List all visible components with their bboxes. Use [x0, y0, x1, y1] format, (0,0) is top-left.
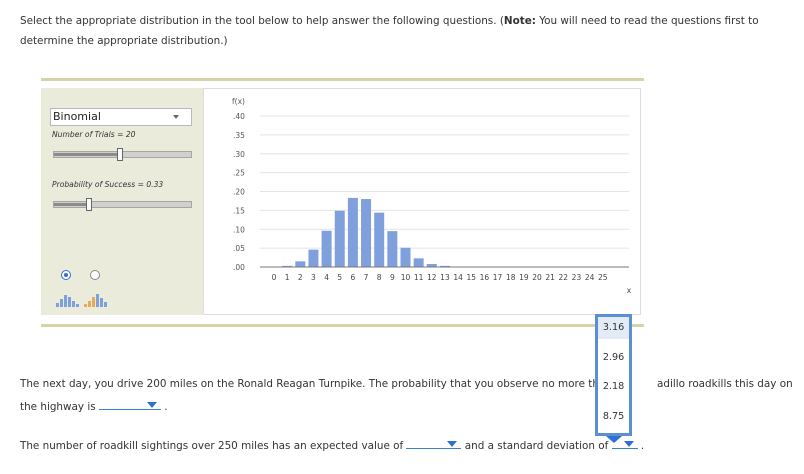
x-tick-label: 3	[311, 273, 316, 282]
x-tick-label: 8	[377, 273, 382, 282]
distribution-select-value: Binomial	[53, 110, 101, 123]
x-tick-label: 0	[272, 273, 277, 282]
x-tick-label: 24	[585, 273, 595, 282]
x-tick-label: 12	[427, 273, 437, 282]
histogram-bar	[347, 197, 358, 267]
x-tick-label: 6	[351, 273, 356, 282]
success-slider[interactable]	[53, 198, 192, 211]
dropdown-option[interactable]: 2.18	[598, 376, 629, 398]
x-tick-label: 21	[545, 273, 555, 282]
x-tick-label: 20	[532, 273, 542, 282]
distribution-chart: f(x).40.35.30.25.20.15.10.05.000 1 2 3 4 5 6 7 8…	[232, 97, 632, 295]
pmf-histogram-icon[interactable]	[55, 292, 81, 308]
question-2-line: The number of roadkill sightings over 25…	[20, 438, 644, 452]
histogram-bar	[374, 212, 385, 267]
distribution-select[interactable]: Binomial	[50, 108, 192, 126]
success-slider-fill	[54, 203, 89, 206]
chevron-down-icon	[146, 402, 157, 408]
y-tick-label: .05	[233, 244, 245, 253]
dropdown-option[interactable]: 8.75	[598, 406, 629, 428]
histogram-bar	[361, 199, 372, 267]
trials-slider[interactable]	[53, 148, 192, 161]
x-tick-label: 25	[598, 273, 608, 282]
x-tick-label: 19	[519, 273, 529, 282]
x-tick-label: 10	[401, 273, 411, 282]
histogram-bar	[387, 231, 398, 267]
chevron-down-icon	[623, 441, 634, 447]
question-1-line-1-tail: adillo roadkills this day on	[657, 378, 793, 390]
instructions-text-pre: Select the appropriate distribution in t…	[20, 15, 504, 27]
chevron-down-icon	[173, 115, 179, 119]
y-tick-label: .10	[233, 225, 245, 234]
question-1-line-1: The next day, you drive 200 miles on the…	[20, 378, 612, 390]
histogram-bar	[413, 258, 424, 267]
dropdown-option[interactable]: 2.96	[598, 347, 629, 369]
trials-label: Number of Trials = 20	[52, 130, 136, 139]
question-1-line-2: the highway is .	[20, 399, 168, 413]
x-tick-label: 1	[285, 273, 290, 282]
x-tick-label: 22	[559, 273, 569, 282]
y-tick-label: .40	[233, 112, 245, 121]
question-1-text-b: adillo roadkills this day on	[657, 378, 793, 390]
success-label: Probability of Success = 0.33	[52, 180, 164, 189]
y-tick-label: .35	[233, 131, 245, 140]
y-tick-label: .00	[233, 263, 245, 272]
count-dropdown-menu[interactable]: 3.16 2.96 2.18 8.75	[595, 314, 632, 443]
y-tick-label: .30	[233, 150, 245, 159]
chevron-down-icon	[606, 436, 622, 443]
x-axis-label: x	[627, 286, 632, 295]
x-tick-label: 2	[298, 273, 303, 282]
chevron-down-icon	[447, 441, 458, 447]
y-tick-label: .25	[233, 169, 245, 178]
x-tick-label: 4	[324, 273, 329, 282]
question-2-text-a: The number of roadkill sightings over 25…	[20, 440, 407, 452]
histogram-bar	[334, 210, 345, 267]
x-tick-label: 11	[414, 273, 424, 282]
x-tick-label: 18	[506, 273, 516, 282]
x-tick-label: 13	[440, 273, 450, 282]
y-tick-label: .20	[233, 188, 245, 197]
x-tick-label: 16	[480, 273, 490, 282]
cdf-histogram-icon[interactable]	[83, 292, 109, 308]
question-1-text-c: the highway is	[20, 401, 99, 413]
x-tick-label: 7	[364, 273, 369, 282]
instructions: Select the appropriate distribution in t…	[20, 11, 780, 51]
instructions-note-label: Note:	[503, 15, 536, 27]
tool-top-rule	[41, 78, 644, 81]
x-tick-label: 9	[390, 273, 395, 282]
histogram-bar	[400, 247, 411, 267]
y-tick-label: .15	[233, 206, 245, 215]
x-tick-label: 17	[493, 273, 503, 282]
question-1-text-d: .	[160, 401, 168, 413]
dropdown-option[interactable]: 3.16	[598, 317, 629, 339]
x-tick-label: 5	[337, 273, 342, 282]
question-2-text-b: and a standard deviation of	[461, 440, 612, 452]
trials-slider-handle[interactable]	[117, 148, 123, 161]
chart-area: f(x) .40.35.30.25.20.15.10.05.00 0 1 2 3 4 5 6 7 8…	[203, 88, 641, 315]
question-1-text-a: The next day, you drive 200 miles on the…	[20, 378, 612, 390]
tool-bottom-rule	[41, 324, 644, 327]
y-axis-label: f(x)	[232, 97, 245, 106]
expected-value-dropdown[interactable]	[406, 438, 462, 449]
x-tick-label: 14	[453, 273, 463, 282]
histogram-bar	[321, 230, 332, 267]
question-2-text-c: .	[637, 440, 645, 452]
trials-slider-fill	[54, 153, 120, 156]
histogram-bar	[308, 249, 319, 267]
probability-dropdown[interactable]	[98, 399, 161, 410]
x-tick-label: 23	[572, 273, 582, 282]
radio-cdf[interactable]	[90, 270, 100, 280]
success-slider-handle[interactable]	[86, 198, 92, 211]
x-tick-label: 15	[466, 273, 476, 282]
radio-pmf[interactable]	[61, 270, 71, 280]
histogram-bar	[295, 261, 306, 267]
